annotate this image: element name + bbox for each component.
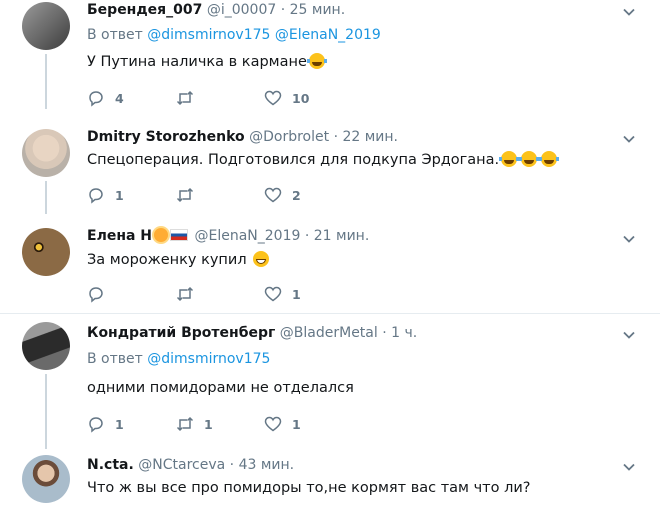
- retweet-icon: [176, 286, 194, 302]
- reply-icon: [89, 417, 103, 433]
- reply-count: 1: [115, 187, 124, 203]
- retweet-icon: [176, 187, 194, 203]
- tweet[interactable]: Кондратий Вротенберг @BladerMetal · 1 ч.…: [0, 314, 660, 449]
- tweet[interactable]: Берендея_007 @i_00007 · 25 мин. В ответ …: [0, 0, 660, 109]
- avatar[interactable]: [22, 129, 70, 177]
- tweet-text: Что ж вы все про помидоры то,не кормят в…: [87, 480, 531, 496]
- tweet-header: Dmitry Storozhenko @Dorbrolet · 22 мин.: [87, 129, 398, 145]
- tweet-text: У Путина наличка в кармане: [87, 53, 327, 70]
- sun-icon: [154, 228, 169, 242]
- reply-button[interactable]: 1: [87, 185, 124, 205]
- chevron-down-icon[interactable]: [622, 327, 636, 341]
- timestamp[interactable]: 22 мин.: [342, 129, 398, 145]
- avatar[interactable]: [22, 455, 70, 503]
- tweet-header: N.cta. @NCtarceva · 43 мин.: [87, 457, 294, 473]
- tweet-text-content: Спецоперация. Подготовился для подкупа Э…: [87, 152, 500, 168]
- like-count: 1: [292, 286, 301, 302]
- reply-button[interactable]: [87, 284, 115, 304]
- heart-icon: [264, 90, 282, 106]
- username[interactable]: @BladerMetal: [280, 325, 378, 341]
- retweet-button[interactable]: [176, 284, 204, 304]
- avatar[interactable]: [22, 2, 70, 50]
- tweet-header: Кондратий Вротенберг @BladerMetal · 1 ч.: [87, 325, 417, 341]
- timestamp[interactable]: 1 ч.: [391, 325, 417, 341]
- separator: ·: [229, 457, 235, 473]
- heart-icon: [264, 187, 282, 203]
- display-name[interactable]: Dmitry Storozhenko: [87, 129, 245, 145]
- reply-icon: [89, 188, 103, 204]
- display-name[interactable]: Кондратий Вротенберг: [87, 325, 275, 341]
- avatar[interactable]: [22, 322, 70, 370]
- reply-context: В ответ @dimsmirnov175: [87, 351, 270, 367]
- reply-count: 4: [115, 90, 124, 106]
- like-count: 2: [292, 187, 301, 203]
- retweet-button[interactable]: [176, 88, 204, 108]
- thread-line: [45, 374, 47, 449]
- chevron-down-icon[interactable]: [622, 231, 636, 245]
- display-name[interactable]: Берендея_007: [87, 2, 202, 18]
- grinning-face-icon: [252, 251, 269, 267]
- like-button[interactable]: 2: [264, 185, 301, 205]
- face-with-tears-of-joy-icon: [539, 151, 560, 167]
- face-with-tears-of-joy-icon: [519, 151, 540, 167]
- display-name[interactable]: Елена Н: [87, 228, 152, 244]
- retweet-icon: [176, 90, 194, 106]
- face-with-tears-of-joy-icon: [499, 151, 520, 167]
- username[interactable]: @ElenaN_2019: [194, 228, 300, 244]
- reply-context: В ответ @dimsmirnov175 @ElenaN_2019: [87, 27, 381, 43]
- separator: ·: [333, 129, 339, 145]
- tweet-text-content: У Путина наличка в кармане: [87, 54, 307, 70]
- tweet-header: Елена Н @ElenaN_2019 · 21 мин.: [87, 228, 369, 244]
- username[interactable]: @i_00007: [207, 2, 276, 18]
- reply-button[interactable]: 4: [87, 88, 124, 108]
- like-count: 10: [292, 90, 310, 106]
- timestamp[interactable]: 21 мин.: [314, 228, 370, 244]
- separator: ·: [382, 325, 387, 341]
- separator: ·: [304, 228, 310, 244]
- tweet-text-content: Что ж вы все про помидоры то,не кормят в…: [87, 480, 531, 496]
- mention-link[interactable]: @dimsmirnov175: [147, 351, 270, 367]
- thread-line: [45, 181, 47, 214]
- tweet-text-content: одними помидорами не отделался: [87, 380, 354, 396]
- like-button[interactable]: 1: [264, 284, 301, 304]
- reply-prefix: В ответ: [87, 351, 143, 367]
- heart-icon: [264, 286, 282, 302]
- thread-line: [45, 54, 47, 109]
- russia-flag-icon: [170, 229, 189, 241]
- separator: ·: [280, 2, 286, 18]
- tweet[interactable]: Елена Н @ElenaN_2019 · 21 мин. За мороже…: [0, 214, 660, 314]
- username[interactable]: @NCtarceva: [138, 457, 225, 473]
- username[interactable]: @Dorbrolet: [249, 129, 329, 145]
- like-button[interactable]: 1: [264, 414, 301, 434]
- chevron-down-icon[interactable]: [622, 131, 636, 145]
- retweet-button[interactable]: [176, 185, 204, 205]
- retweet-count: 1: [204, 416, 213, 432]
- retweet-button[interactable]: 1: [176, 414, 213, 434]
- mention-link[interactable]: @dimsmirnov175 @ElenaN_2019: [147, 27, 381, 43]
- timestamp[interactable]: 25 мин.: [290, 2, 346, 18]
- display-name[interactable]: N.cta.: [87, 457, 134, 473]
- reply-count: 1: [115, 416, 124, 432]
- like-count: 1: [292, 416, 301, 432]
- tweet-text: За мороженку купил: [87, 251, 269, 268]
- tweet-text: одними помидорами не отделался: [87, 380, 354, 396]
- tweet[interactable]: N.cta. @NCtarceva · 43 мин. Что ж вы все…: [0, 449, 660, 509]
- reply-icon: [89, 287, 103, 303]
- face-with-tears-of-joy-icon: [306, 53, 327, 69]
- avatar[interactable]: [22, 228, 70, 276]
- tweet[interactable]: Dmitry Storozhenko @Dorbrolet · 22 мин. …: [0, 109, 660, 214]
- tweet-text: Спецоперация. Подготовился для подкупа Э…: [87, 151, 560, 168]
- reply-prefix: В ответ: [87, 27, 143, 43]
- reply-button[interactable]: 1: [87, 414, 124, 434]
- heart-icon: [264, 416, 282, 432]
- retweet-icon: [176, 416, 194, 432]
- chevron-down-icon[interactable]: [622, 4, 636, 18]
- reply-icon: [89, 91, 103, 107]
- like-button[interactable]: 10: [264, 88, 309, 108]
- tweet-text-content: За мороженку купил: [87, 252, 247, 268]
- chevron-down-icon[interactable]: [622, 459, 636, 473]
- tweet-header: Берендея_007 @i_00007 · 25 мин.: [87, 2, 345, 18]
- timestamp[interactable]: 43 мин.: [239, 457, 295, 473]
